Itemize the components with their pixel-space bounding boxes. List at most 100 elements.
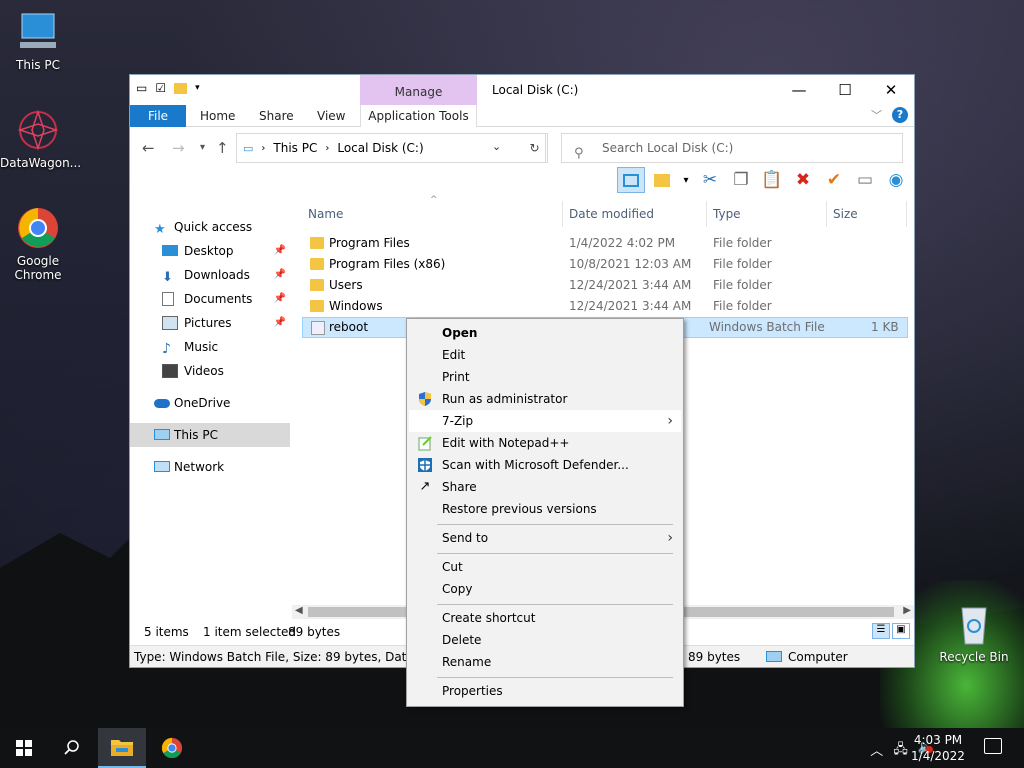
sort-ascending-icon: ^ [430,195,438,205]
nav-label: Pictures [184,316,232,330]
breadcrumb-local-disk[interactable]: Local Disk (C:) [337,141,423,155]
tab-share[interactable]: Share [247,105,306,127]
search-button[interactable] [48,728,96,768]
scroll-left-icon[interactable]: ◀ [295,605,303,616]
menu-item-send-to[interactable]: Send to › [409,527,681,549]
menu-item-scan-defender[interactable]: Scan with Microsoft Defender... [409,454,681,476]
nav-network[interactable]: Network [130,455,290,479]
pin-icon[interactable]: 📌 [274,287,286,311]
nav-videos[interactable]: Videos [130,359,290,383]
delete-icon[interactable]: ✖ [789,167,817,193]
properties-check-icon[interactable]: ☑ [155,81,166,95]
recent-locations-icon[interactable]: ▾ [200,142,205,153]
column-date[interactable]: Date modified [569,207,654,221]
search-input[interactable]: ⚲ Search Local Disk (C:) [561,133,903,163]
nav-music[interactable]: ♪ Music [130,335,290,359]
menu-item-cut[interactable]: Cut [409,556,681,578]
menu-item-copy[interactable]: Copy [409,578,681,600]
large-icons-view-icon[interactable]: ▣ [892,623,910,639]
copy-icon[interactable]: ❐ [727,167,755,193]
close-button[interactable]: ✕ [868,75,914,105]
tab-file[interactable]: File [130,105,186,127]
help-icon[interactable]: ? [892,107,908,123]
globe-icon[interactable]: ◉ [882,167,910,193]
file-row[interactable]: Users 12/24/2021 3:44 AM File folder [302,275,908,296]
pin-icon[interactable]: 📌 [274,239,286,263]
minimize-button[interactable]: — [776,75,822,105]
details-view-icon[interactable]: ☰ [872,623,890,639]
nav-quick-access[interactable]: ★ Quick access [130,215,290,239]
menu-item-delete[interactable]: Delete [409,629,681,651]
new-folder-icon[interactable] [648,167,676,193]
taskbar-file-explorer[interactable] [98,728,146,768]
nav-downloads[interactable]: ⬇ Downloads 📌 [130,263,290,287]
address-dropdown-icon[interactable]: ⌄ [492,140,501,153]
desktop-icon-recycle-bin[interactable]: Recycle Bin [936,602,1012,664]
desktop-icon-datawagon[interactable]: DataWagon... [0,108,81,170]
file-row[interactable]: Program Files 1/4/2022 4:02 PM File fold… [302,233,908,254]
column-name[interactable]: Name [308,207,343,221]
nav-label: Desktop [184,244,234,258]
folder-icon [310,300,324,312]
nav-onedrive[interactable]: OneDrive [130,391,290,415]
menu-item-properties[interactable]: Properties [409,680,681,702]
desktop-icon-this-pc[interactable]: This PC [0,10,76,72]
up-arrow-icon[interactable]: ↑ [216,139,229,157]
nav-label: Music [184,340,219,354]
start-button[interactable] [0,728,48,768]
paste-icon[interactable]: 📋 [758,167,786,193]
tab-home[interactable]: Home [188,105,247,127]
notification-icon[interactable] [984,738,1002,754]
menu-item-create-shortcut[interactable]: Create shortcut [409,607,681,629]
file-name: Windows [329,299,383,313]
forward-arrow-icon[interactable]: → [172,139,185,157]
taskbar-chrome[interactable] [148,728,196,768]
file-row[interactable]: Windows 12/24/2021 3:44 AM File folder [302,296,908,317]
rename-icon[interactable]: ▭ [851,167,879,193]
taskbar-clock[interactable]: 4:03 PM 1/4/2022 [900,732,976,764]
nav-this-pc[interactable]: This PC [130,423,290,447]
menu-item-edit[interactable]: Edit [409,344,681,366]
menu-item-edit-notepadpp[interactable]: Edit with Notepad++ [409,432,681,454]
menu-item-run-as-admin[interactable]: Run as administrator [409,388,681,410]
menu-item-print[interactable]: Print [409,366,681,388]
clock-time: 4:03 PM [913,733,963,747]
drive-icon[interactable]: ▭ [136,81,147,95]
qat-dropdown-icon[interactable]: ▾ [195,83,200,93]
menu-item-open[interactable]: Open [409,322,681,344]
new-folder-icon[interactable] [174,82,188,94]
pin-icon[interactable]: 📌 [274,311,286,335]
column-size[interactable]: Size [833,207,858,221]
navigation-row: ← → ▾ ↑ ▭ › This PC › Local Disk (C:) ⌄ … [130,127,914,167]
menu-item-7zip[interactable]: 7-Zip › [409,410,681,432]
menu-item-share[interactable]: ↗ Share [409,476,681,498]
scroll-right-icon[interactable]: ▶ [903,605,911,616]
custom-toolbar: ▾ ✂ ❐ 📋 ✖ ✔ ▭ ◉ [130,167,914,195]
dropdown-icon[interactable]: ▾ [679,167,693,193]
tab-view[interactable]: View [305,105,357,127]
back-arrow-icon[interactable]: ← [142,139,155,157]
file-row[interactable]: Program Files (x86) 10/8/2021 12:03 AM F… [302,254,908,275]
ribbon-tabs: File Home Share View Application Tools ﹀… [130,105,914,127]
checkmark-icon[interactable]: ✔ [820,167,848,193]
expand-ribbon-icon[interactable]: ﹀ [871,107,882,123]
menu-item-restore-versions[interactable]: Restore previous versions [409,498,681,520]
column-type[interactable]: Type [713,207,741,221]
nav-documents[interactable]: Documents 📌 [130,287,290,311]
nav-pictures[interactable]: Pictures 📌 [130,311,290,335]
folder-icon [310,237,324,249]
refresh-button[interactable]: ↻ [522,133,548,163]
pin-icon[interactable]: 📌 [274,263,286,287]
breadcrumb-this-pc[interactable]: This PC [273,141,317,155]
nav-label: Documents [184,292,253,306]
nav-desktop[interactable]: Desktop 📌 [130,239,290,263]
cut-icon[interactable]: ✂ [696,167,724,193]
maximize-button[interactable]: ☐ [822,75,868,105]
file-type: Windows Batch File [709,320,825,334]
tab-application-tools[interactable]: Application Tools [360,105,477,127]
menu-item-label: 7-Zip [442,414,474,428]
chevron-up-icon[interactable]: ︿ [870,740,883,762]
desktop-icon-chrome[interactable]: Google Chrome [0,206,76,282]
preview-pane-icon[interactable] [617,167,645,193]
menu-item-rename[interactable]: Rename [409,651,681,673]
